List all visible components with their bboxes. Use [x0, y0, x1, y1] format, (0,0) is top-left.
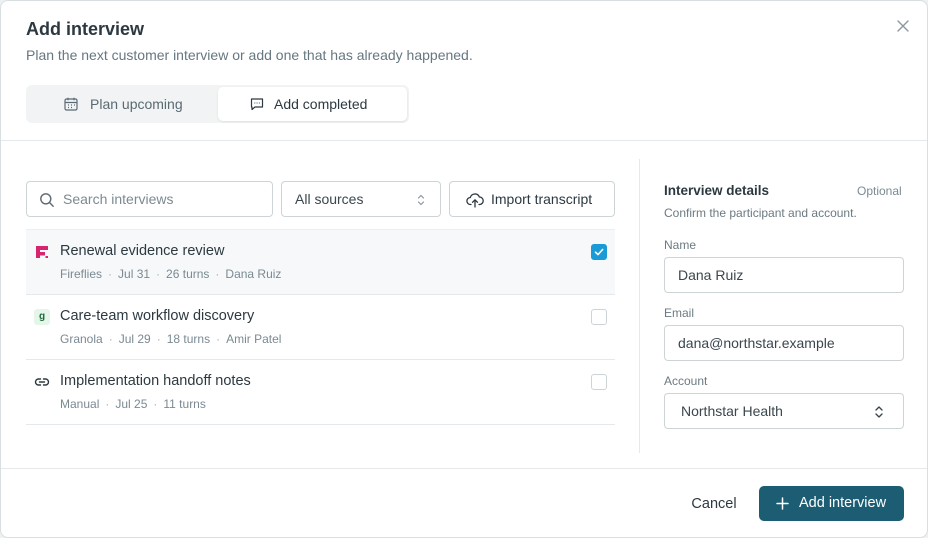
interview-name: Renewal evidence review — [60, 243, 225, 259]
interview-meta: Granola · Jul 29 · 18 turns · Amir Patel — [60, 332, 282, 346]
account-select-value: Northstar Health — [681, 403, 783, 419]
interview-participant: Amir Patel — [226, 332, 282, 346]
dialog-title: Add interview — [26, 19, 145, 39]
plus-icon — [776, 497, 789, 510]
interview-date: Jul 31 — [118, 267, 151, 281]
fireflies-icon — [36, 246, 48, 258]
details-title: Interview details — [664, 183, 770, 198]
interview-turns: 18 turns — [166, 332, 211, 346]
email-label: Email — [664, 306, 695, 320]
email-field[interactable] — [664, 325, 904, 361]
interview-checkbox[interactable] — [591, 244, 607, 260]
interview-name: Care-team workflow discovery — [60, 308, 255, 324]
tab-add-completed[interactable]: Add completed — [218, 87, 407, 121]
interview-turns: 11 turns — [163, 397, 206, 411]
account-label: Account — [664, 374, 708, 388]
footer-divider — [1, 468, 927, 469]
link-icon — [34, 378, 50, 386]
add-interview-label: Add interview — [799, 495, 887, 511]
granola-icon: g — [34, 309, 50, 325]
interview-date: Jul 29 — [118, 332, 151, 346]
upload-cloud-icon — [466, 193, 484, 208]
dialog-subtitle: Plan the next customer interview or add … — [26, 47, 473, 63]
tab-done-label: Add completed — [274, 96, 368, 112]
name-field[interactable] — [664, 257, 904, 293]
search-input[interactable] — [63, 182, 263, 216]
chevron-updown-icon — [417, 194, 425, 206]
tab-plan-upcoming[interactable]: Plan upcoming — [64, 87, 183, 121]
interview-meta: Manual · Jul 25 · 11 turns — [60, 397, 206, 411]
add-interview-dialog: Add interview Plan the next customer int… — [0, 0, 928, 538]
interview-row[interactable]: Renewal evidence review Fireflies · Jul 31… — [26, 230, 615, 295]
interview-source: Granola — [60, 332, 103, 346]
source-select[interactable]: All sources — [281, 181, 441, 217]
import-transcript-label: Import transcript — [491, 191, 593, 207]
cancel-button[interactable]: Cancel — [678, 486, 750, 521]
chevron-updown-icon — [875, 406, 883, 418]
interview-source: Fireflies — [60, 267, 103, 281]
tab-plan-label: Plan upcoming — [90, 96, 183, 112]
checkmark-icon — [594, 248, 604, 256]
search-box — [26, 181, 273, 217]
close-icon[interactable] — [894, 17, 912, 35]
details-optional-tag: Optional — [857, 184, 902, 198]
account-select[interactable]: Northstar Health — [664, 393, 904, 429]
interview-name: Implementation handoff notes — [60, 373, 251, 389]
interview-row[interactable]: g Care-team workflow discovery Granola · J… — [26, 295, 615, 360]
name-label: Name — [664, 238, 697, 252]
interview-mode-tabs: Plan upcoming Add completed — [26, 85, 409, 123]
interview-checkbox[interactable] — [591, 309, 607, 325]
interview-row[interactable]: Implementation handoff notes Manual · Jul … — [26, 360, 615, 425]
interview-participant: Dana Ruiz — [225, 267, 282, 281]
chat-icon — [250, 98, 264, 111]
add-interview-button[interactable]: Add interview — [759, 486, 904, 521]
interview-source: Manual — [60, 397, 100, 411]
header-divider — [1, 140, 927, 141]
source-select-value: All sources — [295, 191, 364, 207]
interview-turns: 26 turns — [166, 267, 210, 281]
panel-divider — [639, 159, 640, 453]
import-transcript-button[interactable]: Import transcript — [449, 181, 615, 217]
interview-checkbox[interactable] — [591, 374, 607, 390]
details-subtitle: Confirm the participant and account. — [664, 206, 857, 220]
interview-meta: Fireflies · Jul 31 · 26 turns · Dana Ruiz — [60, 267, 282, 281]
interview-date: Jul 25 — [115, 397, 148, 411]
search-icon — [40, 193, 54, 207]
calendar-icon — [64, 97, 78, 111]
